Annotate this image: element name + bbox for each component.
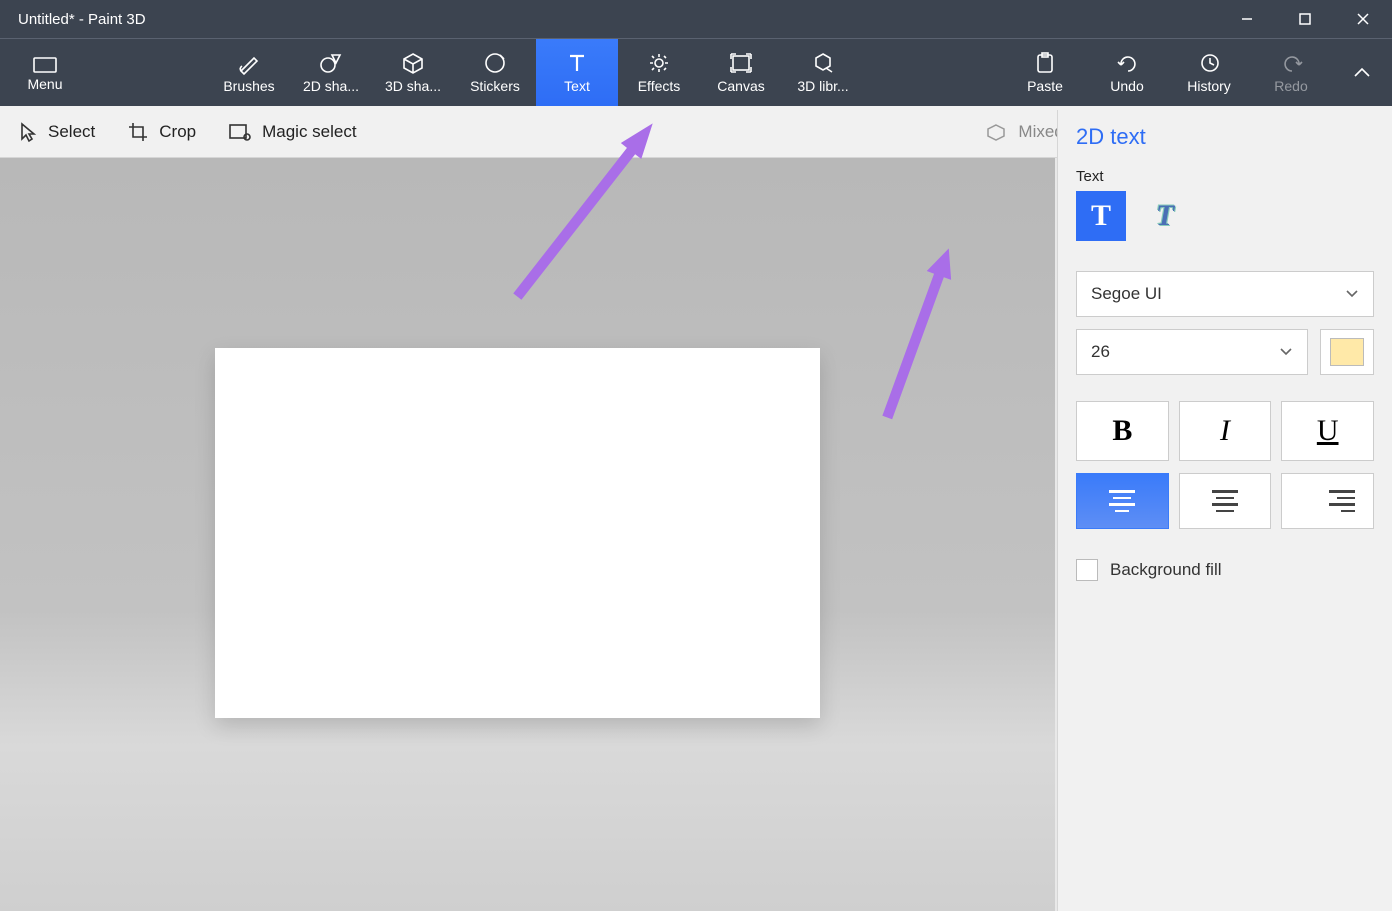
- magic-select-icon: [228, 122, 252, 142]
- window-title: Untitled* - Paint 3D: [18, 11, 146, 28]
- redo-icon: [1279, 51, 1303, 75]
- underline-button[interactable]: U: [1281, 401, 1374, 461]
- library-icon: [810, 51, 836, 75]
- chevron-down-icon: [1345, 289, 1359, 299]
- text-section-label: Text: [1058, 168, 1392, 191]
- collapse-ribbon-button[interactable]: [1332, 39, 1392, 106]
- minimize-button[interactable]: [1218, 0, 1276, 38]
- checkbox-box: [1076, 559, 1098, 581]
- cursor-icon: [18, 121, 38, 143]
- mixed-reality-icon: [984, 122, 1008, 142]
- menu-button[interactable]: Menu: [0, 39, 90, 106]
- color-chip: [1330, 338, 1364, 366]
- close-button[interactable]: [1334, 0, 1392, 38]
- stickers-icon: [482, 51, 508, 75]
- text-icon: [564, 51, 590, 75]
- select-tool[interactable]: Select: [18, 121, 95, 143]
- side-panel: 2D text Text T T Segoe UI 26 B I U Backg…: [1057, 110, 1392, 911]
- magic-select-tool[interactable]: Magic select: [228, 122, 356, 142]
- font-size-select[interactable]: 26: [1076, 329, 1308, 375]
- tab-3d-shapes[interactable]: 3D sha...: [372, 39, 454, 106]
- canvas-page[interactable]: [215, 348, 820, 718]
- chevron-down-icon: [1279, 347, 1293, 357]
- ribbon: Menu Brushes 2D sha... 3D sha... Sticker…: [0, 38, 1392, 106]
- align-right-button[interactable]: [1281, 473, 1374, 529]
- tab-2d-shapes[interactable]: 2D sha...: [290, 39, 372, 106]
- brush-icon: [236, 51, 262, 75]
- align-left-button[interactable]: [1076, 473, 1169, 529]
- history-icon: [1197, 51, 1221, 75]
- history-button[interactable]: History: [1168, 39, 1250, 106]
- canvas-icon: [728, 51, 754, 75]
- tab-brushes[interactable]: Brushes: [208, 39, 290, 106]
- bold-button[interactable]: B: [1076, 401, 1169, 461]
- folder-icon: [32, 54, 58, 74]
- crop-tool[interactable]: Crop: [127, 121, 196, 143]
- shapes-3d-icon: [400, 51, 426, 75]
- italic-button[interactable]: I: [1179, 401, 1272, 461]
- background-fill-checkbox[interactable]: Background fill: [1076, 559, 1374, 581]
- tab-text[interactable]: Text: [536, 39, 618, 106]
- maximize-button[interactable]: [1276, 0, 1334, 38]
- panel-title: 2D text: [1058, 110, 1392, 168]
- tab-effects[interactable]: Effects: [618, 39, 700, 106]
- tab-canvas[interactable]: Canvas: [700, 39, 782, 106]
- chevron-up-icon: [1353, 67, 1371, 79]
- undo-button[interactable]: Undo: [1086, 39, 1168, 106]
- redo-button[interactable]: Redo: [1250, 39, 1332, 106]
- tab-stickers[interactable]: Stickers: [454, 39, 536, 106]
- paste-button[interactable]: Paste: [1004, 39, 1086, 106]
- align-center-button[interactable]: [1179, 473, 1272, 529]
- tab-3d-library[interactable]: 3D libr...: [782, 39, 864, 106]
- text-type-3d[interactable]: T: [1140, 191, 1190, 241]
- titlebar: Untitled* - Paint 3D: [0, 0, 1392, 38]
- shapes-2d-icon: [318, 51, 344, 75]
- font-family-select[interactable]: Segoe UI: [1076, 271, 1374, 317]
- text-color-swatch[interactable]: [1320, 329, 1374, 375]
- undo-icon: [1115, 51, 1139, 75]
- effects-icon: [646, 51, 672, 75]
- crop-icon: [127, 121, 149, 143]
- text-type-2d[interactable]: T: [1076, 191, 1126, 241]
- paste-icon: [1033, 51, 1057, 75]
